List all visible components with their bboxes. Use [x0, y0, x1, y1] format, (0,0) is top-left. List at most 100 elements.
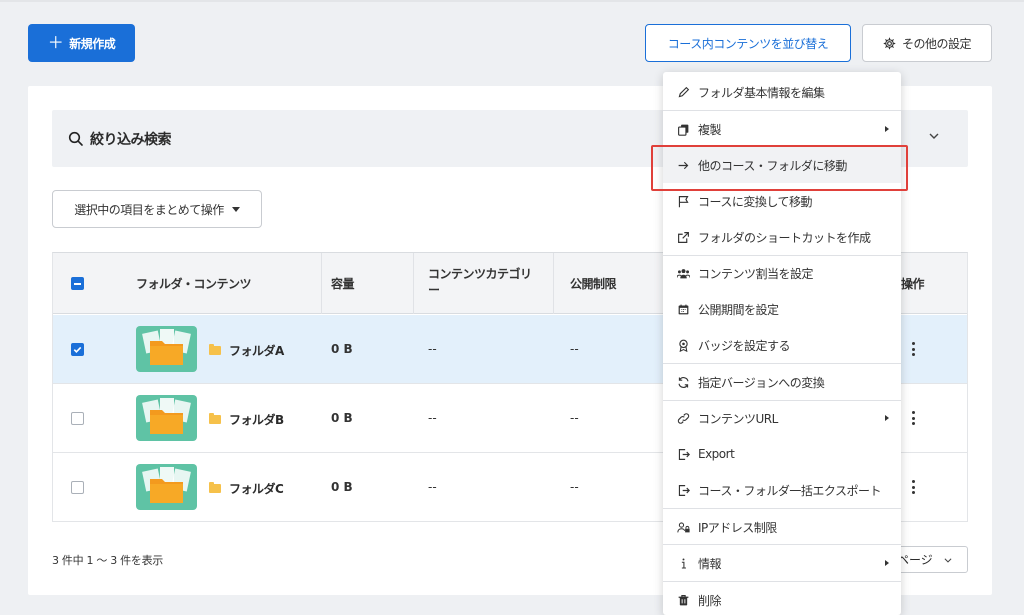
- new-button-label: 新規作成: [69, 36, 116, 51]
- row-checkbox[interactable]: [71, 481, 84, 494]
- settings-button-label: その他の設定: [901, 36, 972, 51]
- menu-item-label: 指定バージョンへの変換: [698, 375, 825, 390]
- folder-icon: [209, 344, 221, 355]
- new-button[interactable]: ＋ 新規作成: [28, 24, 135, 62]
- submenu-arrow-icon: [885, 415, 889, 421]
- header-name: フォルダ・コンテンツ: [136, 277, 252, 291]
- folder-thumbnail[interactable]: [136, 326, 197, 372]
- folder-icon: [209, 482, 221, 493]
- menu-item-link[interactable]: コンテンツURL: [663, 400, 901, 436]
- filter-search-label: 絞り込み検索: [90, 131, 172, 148]
- size-cell: 0 B: [331, 480, 353, 494]
- bulk-export-icon: [677, 484, 690, 497]
- header-restriction: 公開制限: [570, 277, 617, 291]
- calendar-icon: [677, 303, 690, 316]
- folder-name-link[interactable]: フォルダC: [209, 480, 284, 497]
- row-menu-icon[interactable]: [911, 342, 915, 356]
- restriction-cell: --: [570, 480, 579, 494]
- row-menu-icon[interactable]: [911, 480, 915, 494]
- folder-name-link[interactable]: フォルダA: [209, 342, 284, 359]
- folder-icon: [209, 413, 221, 424]
- trash-icon: [677, 594, 690, 607]
- menu-item-label: コース・フォルダ一括エクスポート: [698, 483, 882, 498]
- menu-item-label: 複製: [698, 122, 722, 137]
- menu-item-calendar[interactable]: 公開期間を設定: [663, 291, 901, 327]
- menu-item-label: Export: [698, 447, 735, 461]
- menu-item-refresh[interactable]: 指定バージョンへの変換: [663, 364, 901, 400]
- restriction-cell: --: [570, 411, 579, 425]
- folder-name-link[interactable]: フォルダB: [209, 411, 284, 428]
- menu-item-external-link[interactable]: フォルダのショートカットを作成: [663, 219, 901, 255]
- submenu-arrow-icon: [885, 126, 889, 132]
- menu-item-bulk-export[interactable]: コース・フォルダ一括エクスポート: [663, 472, 901, 508]
- gear-icon: [883, 37, 896, 49]
- chevron-down-icon[interactable]: [926, 128, 942, 144]
- menu-item-label: コンテンツ割当を設定: [698, 266, 814, 281]
- menu-item-label: 削除: [698, 593, 722, 608]
- top-strip: [0, 0, 1024, 2]
- reorder-contents-button[interactable]: コース内コンテンツを並び替え: [645, 24, 851, 62]
- folder-thumbnail[interactable]: [136, 395, 197, 441]
- column-divider: [321, 253, 322, 314]
- menu-item-pencil[interactable]: フォルダ基本情報を編集: [663, 74, 901, 110]
- flag-icon: [677, 195, 690, 208]
- folder-thumbnail[interactable]: [136, 464, 197, 510]
- size-cell: 0 B: [331, 342, 353, 356]
- link-icon: [677, 412, 690, 425]
- header-category: コンテンツカテゴリ: [428, 267, 532, 281]
- column-divider: [413, 253, 414, 314]
- refresh-icon: [677, 376, 690, 389]
- menu-item-label: IPアドレス制限: [698, 520, 777, 535]
- export-icon: [677, 448, 690, 461]
- menu-item-label: コースに変換して移動: [698, 194, 813, 209]
- menu-item-users[interactable]: コンテンツ割当を設定: [663, 255, 901, 291]
- menu-item-export[interactable]: Export: [663, 436, 901, 472]
- caret-down-icon: [231, 206, 240, 212]
- category-cell: --: [428, 480, 437, 494]
- per-page-label: ページ: [897, 553, 933, 567]
- menu-item-label: フォルダのショートカットを作成: [698, 230, 871, 245]
- bulk-action-label: 選択中の項目をまとめて操作: [74, 202, 224, 217]
- menu-item-info[interactable]: 情報: [663, 545, 901, 581]
- header-category-overflow: ー: [428, 283, 440, 297]
- submenu-arrow-icon: [885, 560, 889, 566]
- menu-item-label: コンテンツURL: [698, 411, 778, 426]
- menu-item-badge[interactable]: バッジを設定する: [663, 327, 901, 363]
- reorder-button-label: コース内コンテンツを並び替え: [667, 36, 829, 51]
- chevron-down-icon: [944, 557, 952, 563]
- row-checkbox[interactable]: [71, 343, 84, 356]
- user-lock-icon: [677, 521, 690, 534]
- info-icon: [677, 557, 690, 570]
- menu-item-label: バッジを設定する: [698, 338, 791, 353]
- folder-name: フォルダC: [229, 482, 284, 496]
- bulk-action-button[interactable]: 選択中の項目をまとめて操作: [52, 190, 262, 228]
- pencil-icon: [677, 86, 690, 99]
- badge-icon: [677, 339, 690, 352]
- menu-item-copy[interactable]: 複製: [663, 111, 901, 147]
- menu-item-label: 公開期間を設定: [698, 302, 779, 317]
- select-all-checkbox[interactable]: [71, 277, 84, 290]
- restriction-cell: --: [570, 342, 579, 356]
- row-menu-icon[interactable]: [911, 411, 915, 425]
- row-checkbox[interactable]: [71, 412, 84, 425]
- highlight-annotation: [651, 145, 908, 191]
- category-cell: --: [428, 342, 437, 356]
- size-cell: 0 B: [331, 411, 353, 425]
- pagination-info: 3 件中 1 ～ 3 件を表示: [52, 554, 163, 567]
- copy-icon: [677, 123, 690, 136]
- header-size: 容量: [331, 277, 355, 291]
- other-settings-button[interactable]: その他の設定: [862, 24, 992, 62]
- folder-name: フォルダA: [229, 344, 284, 358]
- column-divider: [553, 253, 554, 314]
- plus-icon: ＋: [47, 33, 64, 52]
- users-icon: [677, 267, 690, 280]
- header-actions: 操作: [901, 277, 925, 291]
- menu-item-user-lock[interactable]: IPアドレス制限: [663, 509, 901, 545]
- search-icon: [68, 131, 83, 146]
- category-cell: --: [428, 411, 437, 425]
- menu-item-label: フォルダ基本情報を編集: [698, 85, 825, 100]
- external-link-icon: [677, 231, 690, 244]
- folder-name: フォルダB: [229, 413, 284, 427]
- menu-item-trash[interactable]: 削除: [663, 582, 901, 615]
- menu-item-label: 情報: [698, 556, 722, 571]
